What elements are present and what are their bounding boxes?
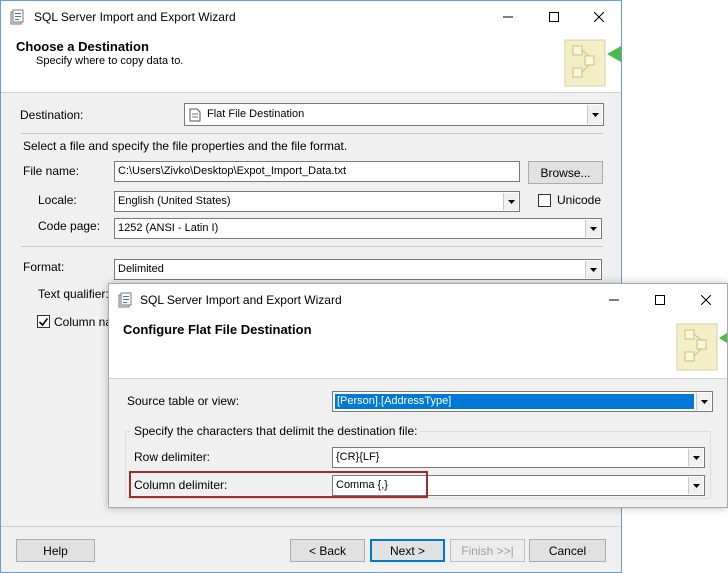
header-divider <box>1 92 621 93</box>
main-window-title: SQL Server Import and Export Wizard <box>34 10 236 24</box>
chevron-down-icon[interactable] <box>688 449 703 466</box>
main-header: Choose a Destination Specify where to co… <box>1 32 621 92</box>
close-icon <box>701 294 711 305</box>
wizard-banner-icon <box>676 323 727 371</box>
destination-divider <box>21 133 603 134</box>
unicode-label: Unicode <box>557 193 602 207</box>
dialog-minimize-button[interactable] <box>591 284 637 315</box>
dialog-maximize-button[interactable] <box>637 284 683 315</box>
format-value: Delimited <box>118 263 164 275</box>
finish-button[interactable]: Finish >>| <box>450 539 525 562</box>
destination-combo[interactable]: Flat File Destination <box>184 103 604 126</box>
file-instructions: Select a file and specify the file prope… <box>23 139 348 153</box>
code-page-value: 1252 (ANSI - Latin I) <box>118 222 219 234</box>
format-combo[interactable]: Delimited <box>114 259 602 280</box>
locale-value: English (United States) <box>118 195 231 207</box>
text-qualifier-label: Text qualifier: <box>38 287 109 301</box>
unicode-checkbox[interactable] <box>538 194 551 207</box>
page-subtitle: Specify where to copy data to. <box>36 55 184 67</box>
row-delimiter-combo[interactable]: {CR}{LF} <box>332 447 705 468</box>
dialog-titlebar: SQL Server Import and Export Wizard <box>109 284 727 315</box>
browse-button[interactable]: Browse... <box>528 161 603 184</box>
chevron-down-icon[interactable] <box>585 261 600 278</box>
format-label: Format: <box>23 260 65 274</box>
locale-combo[interactable]: English (United States) <box>114 191 520 212</box>
file-name-input[interactable]: C:\Users\Zivko\Desktop\Expot_Import_Data… <box>114 161 520 182</box>
cancel-button[interactable]: Cancel <box>529 539 606 562</box>
chevron-down-icon[interactable] <box>585 220 600 237</box>
destination-value: Flat File Destination <box>207 108 305 120</box>
source-value: [Person].[AddressType] <box>334 393 695 410</box>
chevron-down-icon[interactable] <box>503 193 518 210</box>
main-maximize-button[interactable] <box>531 1 577 32</box>
column-names-checkbox[interactable] <box>37 315 50 328</box>
chevron-down-icon[interactable] <box>587 105 602 124</box>
row-delimiter-label: Row delimiter: <box>134 450 211 464</box>
row-delimiter-value: {CR}{LF} <box>336 451 380 463</box>
code-page-combo[interactable]: 1252 (ANSI - Latin I) <box>114 218 602 239</box>
destination-label: Destination: <box>20 108 84 122</box>
column-names-label: Column nar <box>54 315 117 329</box>
dialog-window-title: SQL Server Import and Export Wizard <box>140 293 342 307</box>
main-minimize-button[interactable] <box>485 1 531 32</box>
dialog-header: Configure Flat File Destination <box>109 315 727 378</box>
wizard-banner-icon <box>564 39 621 87</box>
locale-label: Locale: <box>38 193 77 207</box>
minimize-icon <box>503 16 513 17</box>
checkmark-icon <box>39 317 48 326</box>
delimiter-group-title: Specify the characters that delimit the … <box>131 424 421 438</box>
maximize-icon <box>655 294 665 305</box>
footer-divider <box>1 526 621 527</box>
chevron-down-icon[interactable] <box>696 393 711 410</box>
wizard-app-icon <box>118 292 132 308</box>
code-page-label: Code page: <box>38 219 101 233</box>
help-button[interactable]: Help <box>16 539 95 562</box>
chevron-down-icon[interactable] <box>688 477 703 494</box>
back-button[interactable]: < Back <box>290 539 365 562</box>
wizard-app-icon <box>10 9 24 25</box>
source-combo[interactable]: [Person].[AddressType] <box>332 391 713 412</box>
dialog-header-divider <box>109 378 727 379</box>
configure-dialog: SQL Server Import and Export Wizard Conf… <box>108 283 728 508</box>
file-name-label: File name: <box>23 164 80 178</box>
maximize-icon <box>549 11 559 22</box>
source-label: Source table or view: <box>127 394 240 408</box>
main-close-button[interactable] <box>576 1 622 32</box>
next-button[interactable]: Next > <box>370 539 445 562</box>
column-delimiter-highlight <box>129 471 428 498</box>
flat-file-icon <box>189 108 201 122</box>
dialog-close-button[interactable] <box>683 284 728 315</box>
format-divider <box>21 246 603 247</box>
minimize-icon <box>609 299 619 300</box>
main-titlebar: SQL Server Import and Export Wizard <box>1 1 621 32</box>
dialog-page-title: Configure Flat File Destination <box>123 322 312 337</box>
page-title: Choose a Destination <box>16 39 149 54</box>
close-icon <box>594 11 604 22</box>
